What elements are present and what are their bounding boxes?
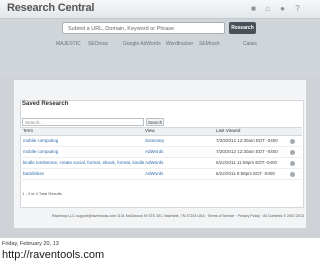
gear-icon[interactable] [290, 139, 295, 144]
gear-icon[interactable] [290, 150, 295, 155]
column-header-view[interactable]: View [145, 128, 155, 133]
saved-search-button[interactable]: Search [146, 118, 164, 126]
row-last-viewed: 6/22/2011 8:58pm EDT -0400 [216, 171, 275, 176]
saved-search-input[interactable]: Search... [22, 118, 144, 126]
partner-logo-seomoz: SEOmoz [88, 41, 109, 47]
screenshot-area: Research Central ■ ⌂ ● ? Submit a URL, D… [0, 0, 320, 238]
partner-logo-adwords: Google AdWords [123, 41, 161, 47]
top-bar: Research Central ■ ⌂ ● ? [0, 0, 320, 19]
row-term-link[interactable]: kindle tombstone, create social, format,… [23, 158, 144, 168]
partner-logo-wordtracker: Wordtracker [166, 41, 194, 47]
gear-icon[interactable] [290, 172, 295, 177]
account-icon[interactable]: ● [278, 4, 287, 13]
row-view-link[interactable]: Summary [145, 136, 164, 146]
tools-icon[interactable]: ■ [249, 4, 258, 13]
row-term-link[interactable]: mobile computing [23, 147, 58, 157]
row-last-viewed: 6/22/2011 11:59pm EDT -0400 [216, 160, 278, 165]
page-footer: Raventop LLC support@raventools.com 1101… [52, 214, 305, 218]
row-last-viewed: 7/20/2012 12:30am EDT -0400 [216, 138, 278, 143]
column-header-last-viewed[interactable]: Last Viewed [216, 128, 240, 133]
gear-icon[interactable] [290, 161, 295, 166]
row-term-link[interactable]: backlinksn [23, 169, 44, 179]
partner-logo-majestic: MAJESTIC [56, 41, 81, 47]
row-view-link[interactable]: AdWords [145, 158, 163, 168]
slide-url: http://raventools.com [2, 249, 105, 261]
pagination-summary: 1 - 4 of 4 Total Results [22, 191, 62, 196]
partner-logo-semrush: SEMrush [199, 41, 220, 47]
row-view-link[interactable]: AdWords [145, 147, 163, 157]
row-term-link[interactable]: mobile computing [23, 136, 58, 146]
column-header-term[interactable]: Term [23, 128, 33, 133]
row-view-link[interactable]: AdWords [145, 169, 163, 179]
app-title: Research Central [7, 2, 95, 14]
research-button[interactable]: Research [229, 22, 256, 34]
panel-title: Saved Research [22, 101, 69, 107]
help-icon[interactable]: ? [293, 4, 302, 13]
page: Research Central ■ ⌂ ● ? Submit a URL, D… [0, 0, 320, 263]
research-search-input[interactable]: Submit a URL, Domain, Keyword or Phrase [62, 22, 225, 34]
slide-date: Friday, February 20, 13 [2, 241, 59, 247]
settings-icon[interactable]: ⌂ [263, 4, 272, 13]
row-last-viewed: 7/20/2012 12:30am EDT -0400 [216, 149, 278, 154]
table-header [20, 127, 302, 136]
partner-logo-calais: Calais [243, 41, 257, 47]
